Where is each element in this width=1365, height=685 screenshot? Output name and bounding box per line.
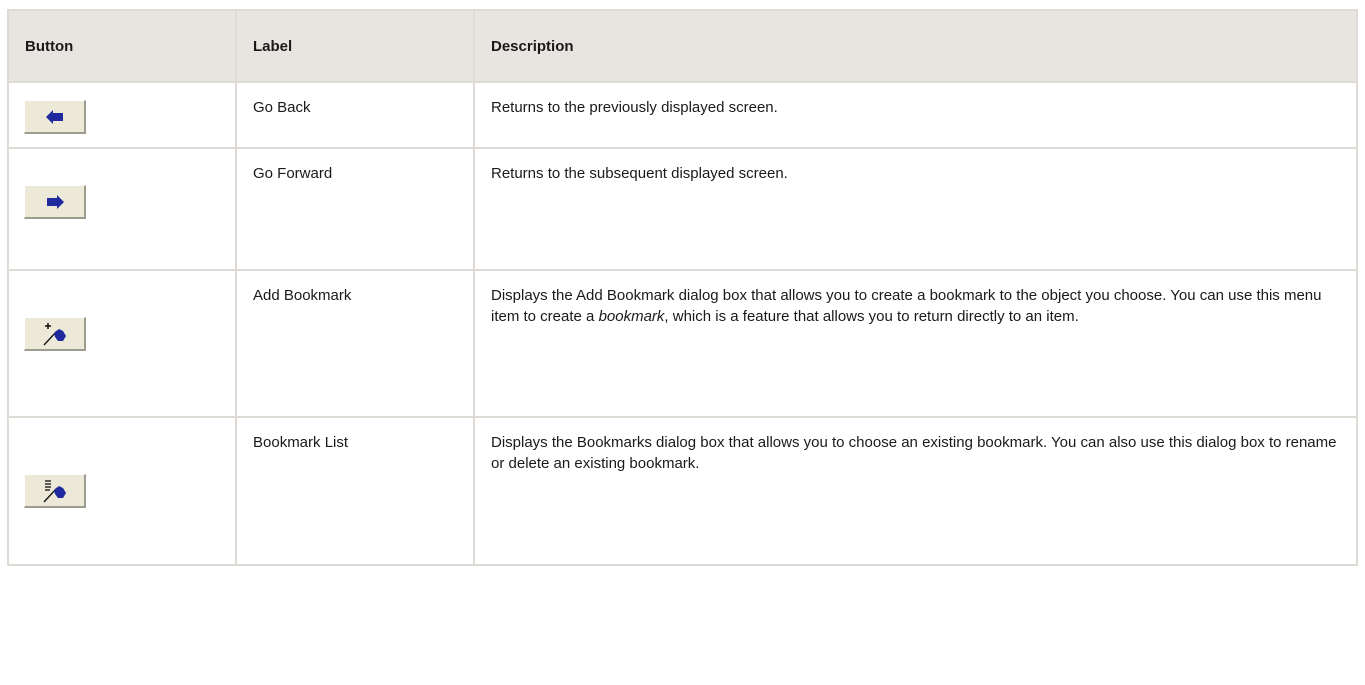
bookmark-list-button[interactable]	[24, 474, 86, 508]
table-row: Go Back Returns to the previously displa…	[7, 81, 1358, 149]
table-header-row: Button Label Description	[7, 9, 1358, 83]
description-cell: Returns to the previously displayed scre…	[473, 81, 1358, 149]
label-cell: Go Back	[235, 81, 475, 149]
table-row: Bookmark List Displays the Bookmarks dia…	[7, 416, 1358, 566]
button-cell	[7, 416, 237, 566]
add-bookmark-icon	[43, 322, 66, 345]
label-cell: Bookmark List	[235, 416, 475, 566]
toolbar-buttons-table: Button Label Description Go Back Returns…	[7, 9, 1358, 566]
column-header-label: Label	[235, 9, 475, 83]
go-back-button[interactable]	[24, 100, 86, 134]
toolbar-buttons-table-container: Button Label Description Go Back Returns…	[0, 0, 1365, 685]
add-bookmark-button[interactable]	[24, 317, 86, 351]
description-cell: Displays the Bookmarks dialog box that a…	[473, 416, 1358, 566]
arrow-right-icon	[46, 194, 64, 209]
arrow-left-icon	[45, 109, 63, 124]
button-cell	[7, 269, 237, 418]
go-forward-button[interactable]	[24, 185, 86, 219]
table-row: Go Forward Returns to the subsequent dis…	[7, 147, 1358, 271]
label-cell: Add Bookmark	[235, 269, 475, 418]
description-emphasis: bookmark	[598, 308, 665, 325]
column-header-description: Description	[473, 9, 1358, 83]
button-cell	[7, 81, 237, 149]
description-cell: Displays the Add Bookmark dialog box tha…	[473, 269, 1358, 418]
column-header-button: Button	[7, 9, 237, 83]
table-row: Add Bookmark Displays the Add Bookmark d…	[7, 269, 1358, 418]
description-text: , which is a feature that allows you to …	[664, 308, 1079, 325]
button-cell	[7, 147, 237, 271]
label-cell: Go Forward	[235, 147, 475, 271]
description-cell: Returns to the subsequent displayed scre…	[473, 147, 1358, 271]
bookmark-list-icon	[43, 479, 66, 502]
